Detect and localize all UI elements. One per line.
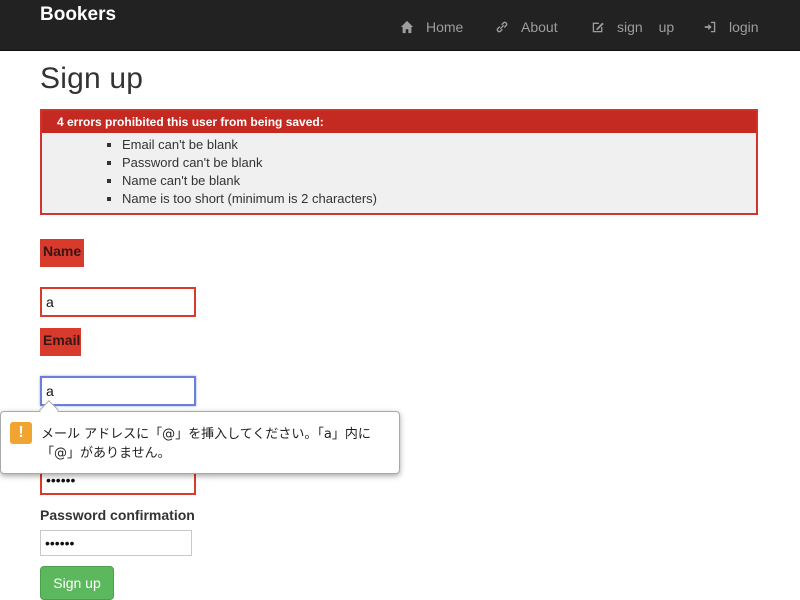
email-input[interactable] [40, 376, 196, 406]
edit-icon [592, 22, 604, 33]
page-title: Sign up [40, 62, 144, 95]
password-confirmation-label: Password confirmation [40, 507, 195, 523]
name-label: Name [43, 243, 82, 259]
navbar: Bookers Home About sign up login [0, 0, 800, 51]
error-item: Email can't be blank [122, 136, 756, 154]
error-explanation: 4 errors prohibited this user from being… [40, 109, 758, 215]
email-label-error-wrapper: Email [40, 328, 81, 356]
nav-about[interactable]: About [495, 17, 558, 37]
password-confirmation-input[interactable] [40, 530, 192, 556]
signup-submit-button[interactable]: Sign up [40, 566, 114, 600]
validation-tooltip: ! メール アドレスに「@」を挿入してください。「a」内に「@」がありません。 [0, 411, 400, 474]
warning-icon: ! [10, 422, 32, 444]
nav-signup-label: sign up [617, 19, 675, 35]
error-heading: 4 errors prohibited this user from being… [42, 111, 756, 133]
validation-message: メール アドレスに「@」を挿入してください。「a」内に「@」がありません。 [41, 427, 371, 461]
home-icon [400, 20, 414, 34]
nav-home-label: Home [426, 19, 464, 35]
name-label-error-wrapper: Name [40, 239, 84, 267]
error-item: Password can't be blank [122, 154, 756, 172]
error-list: Email can't be blank Password can't be b… [42, 136, 756, 208]
nav-login[interactable]: login [703, 17, 759, 37]
nav-login-label: login [729, 19, 759, 35]
nav-signup[interactable]: sign up [591, 17, 674, 37]
brand-link[interactable]: Bookers [40, 4, 116, 26]
nav-about-label: About [521, 19, 558, 35]
link-icon [496, 21, 508, 33]
name-input[interactable] [40, 287, 196, 317]
email-label: Email [43, 332, 81, 348]
error-item: Name can't be blank [122, 172, 756, 190]
login-icon [704, 21, 716, 33]
error-item: Name is too short (minimum is 2 characte… [122, 190, 756, 208]
nav-home[interactable]: Home [400, 17, 463, 37]
